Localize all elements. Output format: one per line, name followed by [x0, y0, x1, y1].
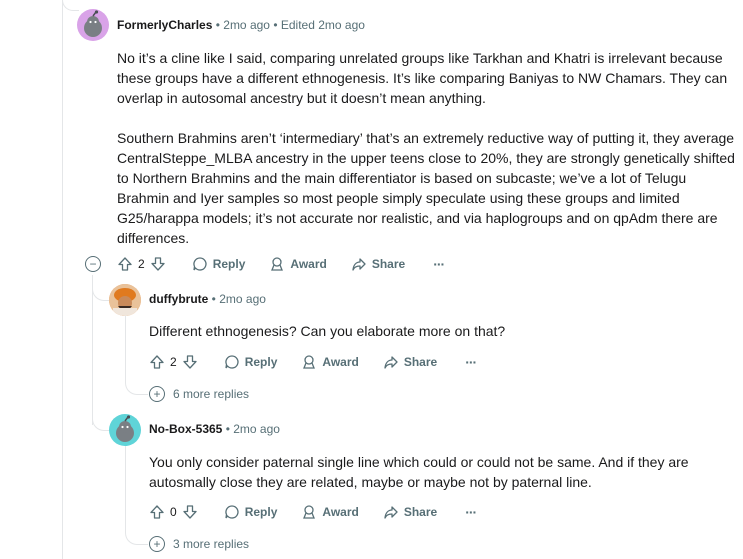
comment-icon — [193, 257, 207, 271]
award-button[interactable]: Award — [301, 504, 359, 520]
timestamp[interactable]: 2mo ago — [219, 292, 266, 306]
award-label: Award — [290, 257, 327, 271]
award-button[interactable]: Award — [301, 354, 359, 370]
comment-paragraph: Southern Brahmins aren’t ‘intermediary’ … — [117, 130, 735, 246]
timestamp[interactable]: 2mo ago — [223, 18, 270, 32]
edited-label: Edited 2mo ago — [280, 18, 365, 32]
timestamp[interactable]: 2mo ago — [233, 422, 280, 436]
separator-dot: • — [225, 422, 230, 436]
comment-actions: 0 Reply Award Share ··· — [149, 504, 477, 520]
more-options-button[interactable]: ··· — [465, 504, 477, 520]
more-options-icon: ··· — [433, 256, 445, 272]
comment-icon — [225, 505, 239, 519]
snoo-avatar-icon — [84, 10, 102, 37]
username[interactable]: No-Box-5365 — [149, 422, 222, 436]
comment-body: No it’s a cline like I said, comparing u… — [117, 48, 737, 248]
vote-count: 0 — [170, 505, 177, 519]
comment-actions: 2 Reply Award Share ··· — [117, 256, 445, 272]
snoo-avatar-icon — [116, 415, 134, 442]
share-button[interactable]: Share — [351, 256, 405, 272]
separator-dot: • — [211, 292, 216, 306]
reply-button[interactable]: Reply — [192, 256, 246, 272]
comment-meta: FormerlyCharles • 2mo ago • Edited 2mo a… — [117, 18, 365, 32]
upvote-icon[interactable] — [117, 256, 133, 272]
more-options-icon: ··· — [465, 504, 477, 520]
comment-meta: duffybrute • 2mo ago — [149, 292, 266, 306]
comment-paragraph: Different ethnogenesis? Can you elaborat… — [149, 323, 506, 339]
comment-paragraph: You only consider paternal single line w… — [149, 454, 689, 490]
comment-meta: No-Box-5365 • 2mo ago — [149, 422, 280, 436]
plus-circle-icon: + — [149, 536, 165, 552]
avatar[interactable] — [109, 284, 141, 316]
thread-line-reply1 — [125, 316, 126, 380]
downvote-icon[interactable] — [182, 504, 198, 520]
share-button[interactable]: Share — [383, 354, 437, 370]
downvote-icon[interactable] — [150, 256, 166, 272]
share-icon — [384, 356, 398, 369]
upvote-icon[interactable] — [149, 354, 165, 370]
award-icon — [303, 505, 316, 519]
thread-line-reply2 — [125, 446, 126, 530]
share-icon — [384, 506, 398, 519]
share-button[interactable]: Share — [383, 504, 437, 520]
reply-button[interactable]: Reply — [224, 504, 278, 520]
reply-label: Reply — [212, 257, 246, 271]
comment-icon — [225, 355, 239, 369]
award-button[interactable]: Award — [269, 256, 327, 272]
separator-dot: • — [215, 18, 220, 32]
reply-label: Reply — [244, 505, 278, 519]
share-label: Share — [403, 355, 438, 369]
comment-body: Different ethnogenesis? Can you elaborat… — [149, 321, 729, 341]
avatar[interactable] — [109, 414, 141, 446]
thread-line-top — [62, 0, 63, 559]
more-options-icon: ··· — [465, 354, 477, 370]
comment-paragraph: No it’s a cline like I said, comparing u… — [117, 50, 728, 106]
more-replies-button[interactable]: + 3 more replies — [149, 536, 249, 552]
more-options-button[interactable]: ··· — [465, 354, 477, 370]
award-label: Award — [322, 355, 359, 369]
more-replies-button[interactable]: + 6 more replies — [149, 386, 249, 402]
vote-count: 2 — [170, 355, 177, 369]
award-icon — [303, 355, 316, 369]
thread-connector-more1 — [125, 376, 148, 395]
more-replies-label: 3 more replies — [173, 537, 250, 551]
username[interactable]: FormerlyCharles — [117, 18, 212, 32]
award-label: Award — [322, 505, 359, 519]
upvote-icon[interactable] — [149, 504, 165, 520]
user-avatar-icon — [109, 284, 141, 316]
reply-label: Reply — [244, 355, 278, 369]
thread-connector-reply2 — [92, 410, 109, 431]
vote-count: 2 — [138, 257, 145, 271]
thread-line-main — [92, 275, 93, 425]
comment-body: You only consider paternal single line w… — [149, 452, 709, 492]
thread-connector-reply1 — [92, 280, 109, 301]
separator-dot: • — [273, 18, 278, 32]
thread-connector-top — [62, 0, 79, 11]
vote-widget: 0 — [149, 504, 198, 520]
share-icon — [352, 258, 366, 271]
more-options-button[interactable]: ··· — [433, 256, 445, 272]
comment-actions: 2 Reply Award Share ··· — [149, 354, 477, 370]
avatar[interactable] — [77, 9, 109, 41]
more-replies-label: 6 more replies — [173, 387, 250, 401]
thread-connector-more2 — [125, 526, 148, 545]
collapse-button[interactable]: − — [85, 256, 101, 272]
reply-button[interactable]: Reply — [224, 354, 278, 370]
vote-widget: 2 — [117, 256, 166, 272]
vote-widget: 2 — [149, 354, 198, 370]
username[interactable]: duffybrute — [149, 292, 208, 306]
award-icon — [271, 257, 284, 271]
share-label: Share — [371, 257, 406, 271]
share-label: Share — [403, 505, 438, 519]
downvote-icon[interactable] — [182, 354, 198, 370]
plus-circle-icon: + — [149, 386, 165, 402]
